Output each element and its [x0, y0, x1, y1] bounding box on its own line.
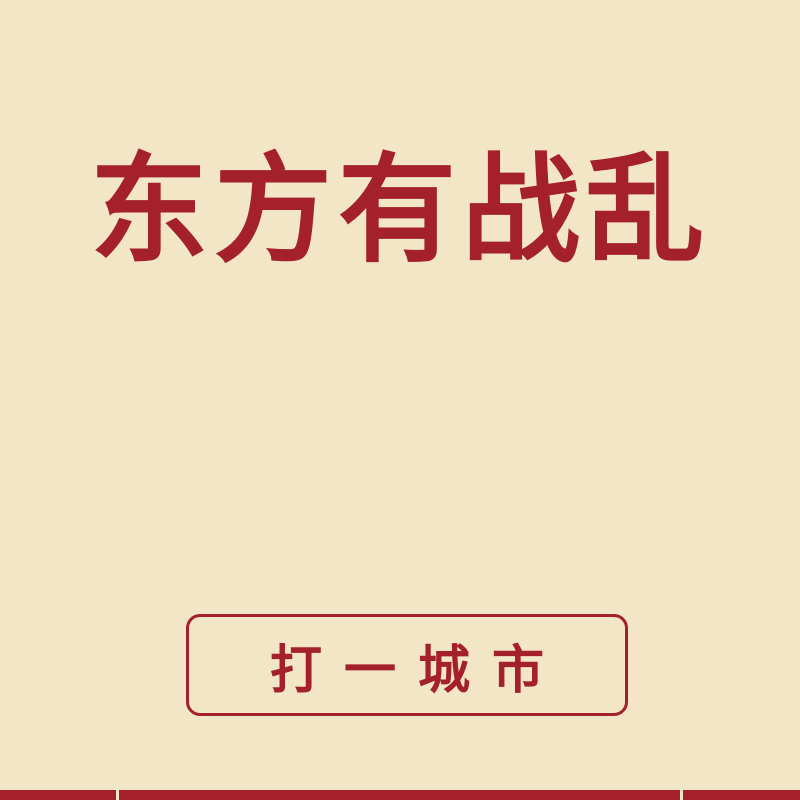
hint-box: 打一城市 — [186, 614, 628, 716]
border-divider — [680, 790, 683, 800]
riddle-title: 东方有战乱 — [89, 141, 710, 279]
hint-text: 打一城市 — [269, 639, 566, 701]
border-divider — [116, 790, 119, 800]
bottom-border — [0, 790, 800, 800]
riddle-card: 东方有战乱 打一城市 — [0, 0, 800, 800]
